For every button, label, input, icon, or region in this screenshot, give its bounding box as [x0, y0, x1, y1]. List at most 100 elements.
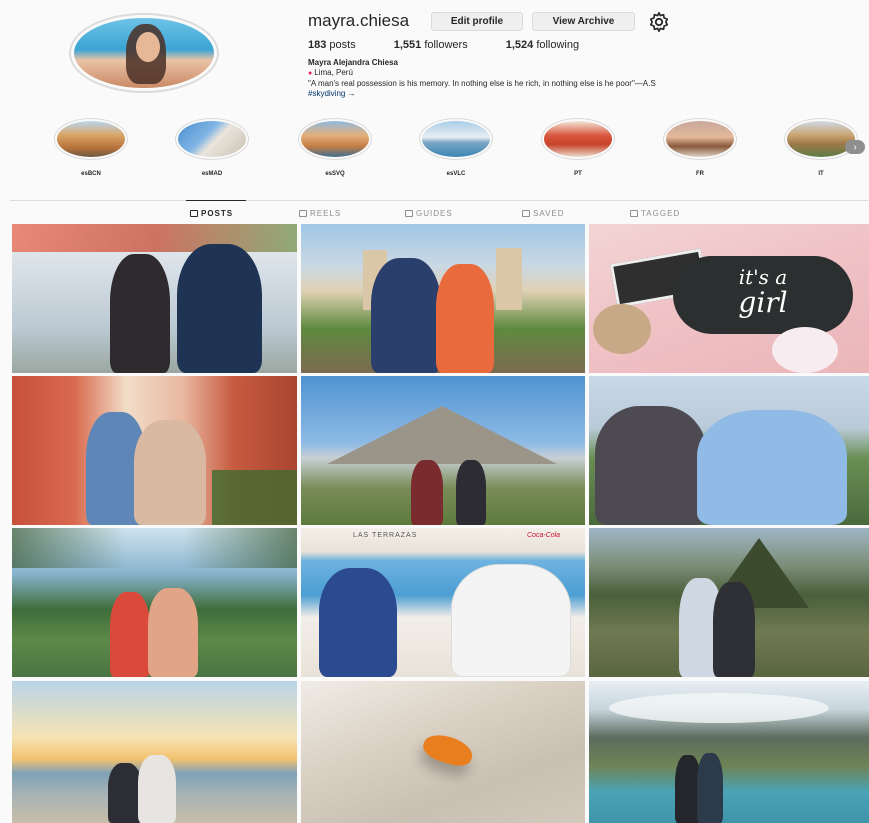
hashtag-link[interactable]: #skydiving [308, 89, 345, 98]
tab-label: REELS [310, 209, 342, 218]
tab-tagged[interactable]: TAGGED [630, 209, 680, 218]
following-label: following [536, 39, 580, 51]
view-archive-button[interactable]: View Archive [532, 12, 635, 31]
highlight-item[interactable]: esVLC [416, 118, 496, 177]
highlight-item[interactable]: PT [538, 118, 618, 177]
post-scene: it's a girl [673, 256, 853, 334]
highlight-image [301, 121, 369, 157]
highlight-label: esBCN [81, 171, 101, 177]
butterfly-shape [420, 729, 476, 771]
post-figure [456, 460, 486, 525]
followers-stat[interactable]: 1,551 followers [394, 39, 468, 51]
hashtag-suffix: → [345, 89, 356, 98]
profile-avatar-ring[interactable] [69, 13, 219, 93]
bio-quote: "A man's real possession is his memory. … [308, 79, 656, 88]
post-scene [212, 470, 297, 525]
post-scene [496, 248, 522, 310]
avatar [74, 18, 214, 88]
post-tile[interactable] [301, 376, 585, 525]
post-scene [772, 327, 838, 373]
post-tile[interactable] [12, 376, 297, 525]
location-text: Lima, Perú [308, 68, 656, 79]
bio: Mayra Alejandra Chiesa Lima, Perú "A man… [308, 58, 656, 99]
following-stat[interactable]: 1,524 following [506, 39, 579, 51]
highlight-image [422, 121, 490, 157]
post-tile[interactable] [301, 681, 585, 823]
tab-label: SAVED [533, 209, 565, 218]
highlight-item[interactable]: esSVQ [295, 118, 375, 177]
highlight-ring [175, 118, 249, 160]
bookmark-icon [522, 210, 530, 217]
highlight-ring [419, 118, 493, 160]
post-figure [110, 254, 170, 373]
post-figure [713, 582, 755, 677]
highlight-label: esSVQ [325, 171, 345, 177]
post-tile[interactable] [589, 681, 869, 823]
tab-label: GUIDES [416, 209, 453, 218]
tab-reels[interactable]: REELS [299, 209, 341, 218]
post-scene [12, 528, 297, 568]
post-scene [327, 406, 557, 464]
terrace-sign: LAS TERRAZAS [353, 532, 418, 539]
post-figure [138, 755, 176, 823]
post-tile[interactable] [12, 224, 297, 373]
girl-sign-line1: it's a [738, 265, 788, 289]
guides-icon [405, 210, 413, 217]
post-figure [411, 460, 443, 525]
highlight-image [57, 121, 125, 157]
chevron-right-icon[interactable]: › [845, 140, 865, 154]
active-tab-indicator [186, 200, 246, 201]
tab-label: POSTS [201, 209, 234, 218]
posts-label: posts [329, 39, 356, 51]
tab-guides[interactable]: GUIDES [405, 209, 453, 218]
post-figure [134, 420, 206, 525]
highlight-ring [298, 118, 372, 160]
highlight-ring [541, 118, 615, 160]
posts-stat: 183 posts [308, 39, 356, 51]
post-figure [595, 406, 707, 525]
highlight-image [544, 121, 612, 157]
post-scene [12, 224, 297, 252]
post-figure [110, 592, 150, 677]
highlight-ring [663, 118, 737, 160]
highlight-label: PT [574, 171, 582, 177]
terrace-brand: Coca-Cola [527, 532, 561, 539]
tag-icon [630, 210, 638, 217]
highlight-item[interactable]: FR [660, 118, 740, 177]
grid-icon [190, 210, 198, 217]
highlight-label: esMAD [201, 171, 223, 177]
highlight-ring [54, 118, 128, 160]
girl-sign-line2: girl [738, 286, 788, 319]
post-tile[interactable] [589, 528, 869, 677]
followers-label: followers [424, 39, 468, 51]
bio-hashtag-line: #skydiving → [308, 89, 656, 99]
post-figure [148, 588, 198, 677]
gear-icon[interactable] [648, 11, 670, 33]
post-tile[interactable]: it's a girl [589, 224, 869, 373]
posts-count: 183 [308, 39, 327, 51]
post-scene [609, 693, 829, 723]
highlight-ring [784, 118, 858, 160]
tabs-divider [10, 200, 868, 201]
edit-profile-button[interactable]: Edit profile [431, 12, 523, 31]
post-figure [451, 564, 571, 677]
post-tile[interactable] [589, 376, 869, 525]
profile-page: mayra.chiesa Edit profile View Archive 1… [0, 0, 869, 823]
post-figure [371, 258, 441, 373]
highlight-item[interactable]: esBCN [51, 118, 131, 177]
post-figure [697, 753, 723, 823]
tab-posts[interactable]: POSTS [190, 209, 233, 218]
highlight-image [666, 121, 734, 157]
post-tile[interactable] [12, 528, 297, 677]
post-tile[interactable] [301, 224, 585, 373]
post-tile[interactable]: LAS TERRAZAS Coca-Cola [301, 528, 585, 677]
full-name: Mayra Alejandra Chiesa [308, 58, 398, 67]
tab-label: TAGGED [641, 209, 681, 218]
post-scene [593, 304, 651, 354]
post-figure [319, 568, 397, 677]
tab-saved[interactable]: SAVED [522, 209, 565, 218]
post-tile[interactable] [12, 681, 297, 823]
post-figure [108, 763, 142, 823]
highlight-item[interactable]: esMAD [172, 118, 252, 177]
highlight-label: esVLC [446, 171, 466, 177]
